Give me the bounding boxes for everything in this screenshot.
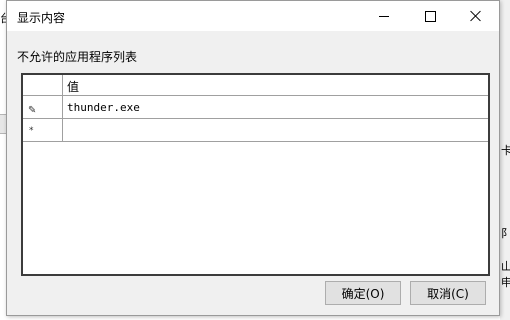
values-grid[interactable]: 值 ✎ thunder.exe *	[21, 73, 490, 276]
show-contents-dialog: 显示内容 不允许的应用程序列表 值 ✎ thunder.exe * 确定(O) …	[6, 0, 500, 316]
list-label: 不允许的应用程序列表	[17, 50, 138, 64]
cancel-button[interactable]: 取消(C)	[410, 281, 486, 305]
background-text-fragment: 阝	[501, 227, 510, 240]
minimize-button[interactable]	[361, 1, 407, 31]
new-value-cell[interactable]	[63, 119, 488, 141]
column-header-value[interactable]: 值	[63, 75, 488, 95]
close-button[interactable]	[453, 1, 499, 31]
pencil-icon: ✎	[28, 105, 37, 116]
maximize-button[interactable]	[407, 1, 453, 31]
row-header-corner	[23, 75, 63, 95]
ok-button[interactable]: 确定(O)	[325, 281, 401, 305]
value-cell[interactable]: thunder.exe	[63, 96, 488, 118]
close-icon	[470, 10, 482, 22]
background-text-fragment: 申	[501, 276, 510, 289]
window-title: 显示内容	[17, 11, 66, 25]
new-row[interactable]: *	[23, 119, 488, 142]
minimize-icon	[379, 15, 389, 17]
maximize-icon	[424, 10, 436, 22]
row-selector[interactable]: *	[23, 119, 63, 141]
asterisk-icon: *	[29, 126, 34, 136]
background-window-right: 卡 阝 山 申	[500, 0, 510, 320]
table-row[interactable]: ✎ thunder.exe	[23, 96, 488, 119]
grid-header-row: 值	[23, 75, 488, 96]
background-text-fragment: 山	[501, 260, 510, 273]
background-text-fragment: 卡	[501, 144, 510, 157]
title-bar[interactable]: 显示内容	[7, 1, 499, 31]
row-selector[interactable]: ✎	[23, 96, 63, 118]
